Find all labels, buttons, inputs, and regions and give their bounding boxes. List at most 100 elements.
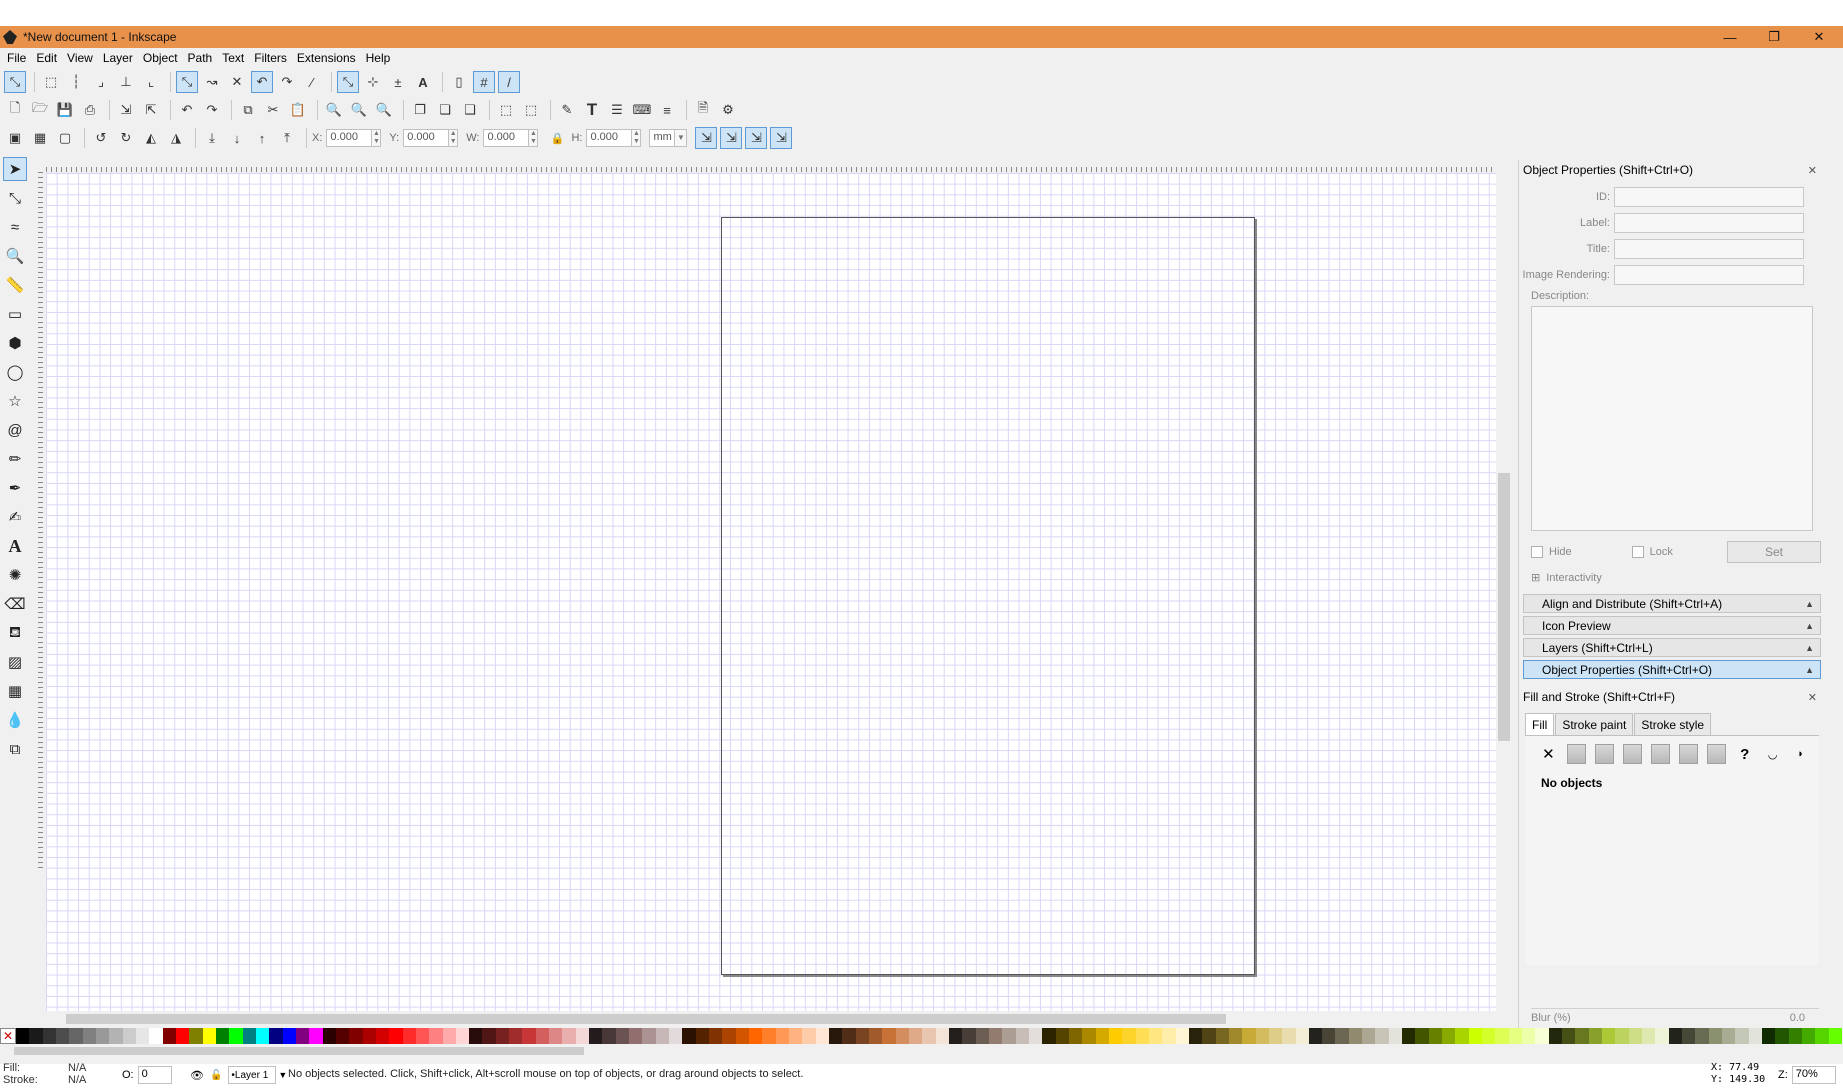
color-swatch[interactable]	[1002, 1028, 1016, 1044]
color-swatch[interactable]	[1588, 1028, 1603, 1044]
color-swatch[interactable]	[509, 1028, 523, 1044]
color-swatch[interactable]	[1682, 1028, 1696, 1044]
flat-color-icon[interactable]	[1566, 744, 1586, 764]
preferences-icon[interactable]: ⚙	[717, 99, 739, 121]
menu-help[interactable]: Help	[363, 51, 398, 65]
snap-bbox-corner-icon[interactable]: ⌟	[90, 71, 112, 93]
color-swatch[interactable]	[1135, 1028, 1149, 1044]
color-swatch[interactable]	[735, 1028, 750, 1044]
snap-bbox-midpoint-icon[interactable]: ⊥	[115, 71, 137, 93]
mesh-tool-icon[interactable]: ▦	[3, 679, 27, 703]
color-swatch[interactable]	[1535, 1028, 1549, 1044]
color-swatch[interactable]	[1335, 1028, 1349, 1044]
snap-path-intersection-icon[interactable]: ✕	[226, 71, 248, 93]
color-swatch[interactable]	[135, 1028, 150, 1044]
color-swatch[interactable]	[149, 1028, 163, 1044]
color-swatch[interactable]	[1482, 1028, 1496, 1044]
mesh-gradient-icon[interactable]	[1651, 744, 1671, 764]
horizontal-scroll-thumb[interactable]	[66, 1014, 1226, 1024]
lower-to-bottom-icon[interactable]: ⤓	[201, 127, 223, 149]
transform-gradients-icon[interactable]: ⇲	[745, 127, 768, 149]
color-swatch[interactable]	[709, 1028, 723, 1044]
raise-to-top-icon[interactable]: ⤒	[276, 127, 298, 149]
color-swatch[interactable]	[922, 1028, 936, 1044]
color-swatch[interactable]	[1562, 1028, 1576, 1044]
vertical-scroll-thumb[interactable]	[1498, 473, 1510, 741]
color-swatch[interactable]	[375, 1028, 390, 1044]
clone-icon[interactable]: ❏	[434, 99, 456, 121]
color-swatch[interactable]	[1295, 1028, 1309, 1044]
w-input[interactable]: 0.000	[483, 129, 530, 147]
scale-corners-icon[interactable]: ⇲	[720, 127, 743, 149]
unit-value[interactable]: mm	[649, 129, 676, 147]
color-swatch[interactable]	[469, 1028, 483, 1044]
menu-view[interactable]: View	[64, 51, 100, 65]
paint-bucket-tool-icon[interactable]: ⛾	[3, 621, 27, 645]
horizontal-scrollbar[interactable]	[46, 1011, 1496, 1027]
raise-icon[interactable]: ↑	[251, 127, 273, 149]
color-swatch[interactable]	[202, 1028, 216, 1044]
color-swatch[interactable]	[775, 1028, 790, 1044]
color-swatch[interactable]	[429, 1028, 443, 1044]
color-swatch[interactable]	[908, 1028, 923, 1044]
color-swatch[interactable]	[1362, 1028, 1376, 1044]
flip-vertical-icon[interactable]: ◮	[165, 127, 187, 149]
color-swatch[interactable]	[682, 1028, 696, 1044]
snap-enable-icon[interactable]: ⤡	[4, 71, 26, 93]
y-spinner[interactable]: ▲ ▼	[449, 129, 459, 147]
snap-rotation-center-icon[interactable]: ±	[387, 71, 409, 93]
tweak-tool-icon[interactable]: ≈	[3, 215, 27, 239]
color-swatch[interactable]	[215, 1028, 230, 1044]
rotate-ccw-icon[interactable]: ↺	[90, 127, 112, 149]
h-input[interactable]: 0.000	[586, 129, 633, 147]
pencil-tool-icon[interactable]: ✏	[3, 447, 27, 471]
menu-layer[interactable]: Layer	[100, 51, 140, 65]
color-swatch[interactable]	[1348, 1028, 1363, 1044]
color-swatch[interactable]	[175, 1028, 190, 1044]
color-swatch[interactable]	[82, 1028, 96, 1044]
color-swatch[interactable]	[389, 1028, 403, 1044]
color-swatch[interactable]	[549, 1028, 563, 1044]
import-icon[interactable]: ⇲	[115, 99, 137, 121]
image-rendering-select[interactable]	[1614, 265, 1804, 285]
connector-tool-icon[interactable]: ⧉	[3, 737, 27, 761]
color-swatch[interactable]	[1148, 1028, 1163, 1044]
color-swatch[interactable]	[815, 1028, 830, 1044]
color-swatch[interactable]	[1015, 1028, 1029, 1044]
menu-path[interactable]: Path	[185, 51, 220, 65]
layers-icon[interactable]: ☰	[606, 99, 628, 121]
snap-nodes-icon[interactable]: ⤡	[176, 71, 198, 93]
cut-icon[interactable]: ✂	[262, 99, 284, 121]
color-swatch[interactable]	[629, 1028, 643, 1044]
color-swatch[interactable]	[615, 1028, 630, 1044]
snap-cusp-nodes-icon[interactable]: ↶	[251, 71, 273, 93]
pattern-icon[interactable]	[1679, 744, 1699, 764]
color-swatch[interactable]	[415, 1028, 430, 1044]
radial-gradient-icon[interactable]	[1623, 744, 1643, 764]
color-swatch[interactable]	[69, 1028, 83, 1044]
color-swatch[interactable]	[322, 1028, 336, 1044]
vertical-scrollbar[interactable]	[1496, 173, 1512, 1011]
color-swatch[interactable]	[789, 1028, 803, 1044]
menu-text[interactable]: Text	[219, 51, 251, 65]
color-swatch[interactable]	[122, 1028, 136, 1044]
spiral-tool-icon[interactable]: @	[3, 418, 27, 442]
color-swatch[interactable]	[1402, 1028, 1416, 1044]
visibility-eye-icon[interactable]: 👁	[190, 1069, 204, 1082]
color-swatch[interactable]	[1268, 1028, 1283, 1044]
color-swatch[interactable]	[829, 1028, 843, 1044]
color-swatch[interactable]	[1202, 1028, 1216, 1044]
redo-icon[interactable]: ↷	[201, 99, 223, 121]
copy-icon[interactable]: ⧉	[237, 99, 259, 121]
fill-value[interactable]: N/A	[68, 1062, 86, 1074]
snap-others-icon[interactable]: ⤡	[337, 71, 359, 93]
deselect-icon[interactable]: ▢	[54, 127, 76, 149]
unit-select[interactable]: mm ▼	[649, 129, 688, 147]
color-swatch[interactable]	[1122, 1028, 1136, 1044]
unset-paint-icon[interactable]: ?	[1735, 744, 1754, 764]
color-swatch[interactable]	[722, 1028, 736, 1044]
color-swatch[interactable]	[1042, 1028, 1056, 1044]
color-swatch[interactable]	[335, 1028, 350, 1044]
measure-tool-icon[interactable]: 📏	[3, 273, 27, 297]
color-swatch[interactable]	[962, 1028, 976, 1044]
